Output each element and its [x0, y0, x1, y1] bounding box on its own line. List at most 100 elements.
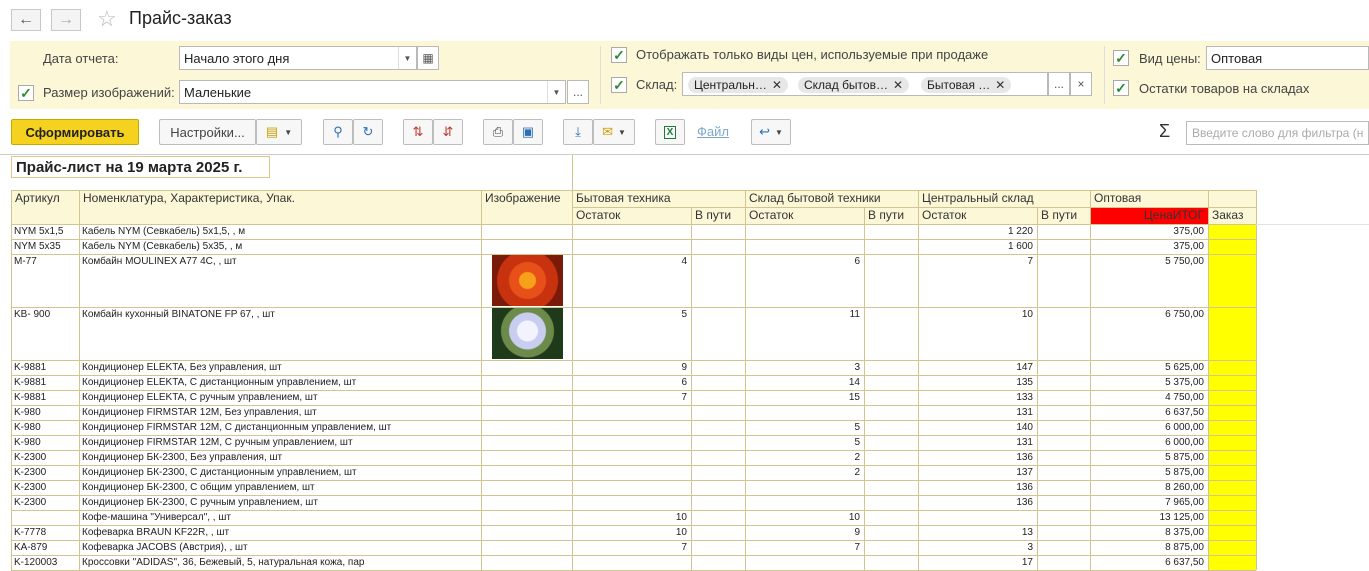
redo-icon: ↩: [759, 124, 770, 139]
stock-cell: 7: [681, 542, 687, 553]
order-cell[interactable]: [1209, 555, 1256, 570]
sort-asc-button[interactable]: ⇅: [403, 119, 433, 145]
gridline: [745, 190, 746, 570]
settings-button[interactable]: Настройки...: [159, 119, 256, 145]
image-size-select[interactable]: Маленькие ▼: [179, 80, 566, 104]
gridline: [481, 190, 482, 570]
article-cell: K-7778: [14, 527, 47, 538]
nomenclature-cell: Кондиционер БК-2300, С дистанционным упр…: [82, 467, 357, 478]
article-cell: K-2300: [14, 482, 47, 493]
stock-checkbox[interactable]: ✓: [1113, 80, 1129, 96]
order-cell[interactable]: [1209, 480, 1256, 495]
column-header-warehouse: Бытовая техника: [576, 191, 671, 205]
order-cell[interactable]: [1209, 254, 1256, 307]
order-cell[interactable]: [1209, 465, 1256, 480]
warehouse-tag[interactable]: Центральн… ✕: [688, 77, 788, 93]
warehouse-checkbox[interactable]: ✓: [611, 77, 627, 93]
order-cell[interactable]: [1209, 360, 1256, 375]
filter-input[interactable]: Введите слово для фильтра (н: [1186, 121, 1369, 145]
warehouse-choose-button[interactable]: ...: [1048, 72, 1070, 96]
price-cell: 5 875,00: [1165, 452, 1204, 463]
order-cell[interactable]: [1209, 450, 1256, 465]
article-cell: K-980: [14, 407, 41, 418]
gridline: [79, 190, 80, 570]
gridline: [11, 450, 1256, 451]
gridline: [691, 207, 692, 570]
stock-cell: 10: [675, 512, 687, 523]
price-cell: 6 637,50: [1165, 407, 1204, 418]
search-button[interactable]: ⚲: [323, 119, 353, 145]
sigma-icon[interactable]: Σ: [1159, 121, 1170, 142]
back-button[interactable]: ←: [11, 9, 41, 31]
more-actions-button[interactable]: ↩ ▼: [751, 119, 791, 145]
warehouse-multiselect[interactable]: Центральн… ✕ Склад бытов… ✕ Бытовая … ✕: [682, 72, 1048, 96]
clipboard-icon: ▤: [265, 124, 279, 139]
order-cell[interactable]: [1209, 435, 1256, 450]
price-cell: 8 375,00: [1165, 527, 1204, 538]
warehouse-tag[interactable]: Бытовая … ✕: [921, 77, 1012, 93]
order-cell[interactable]: [1209, 390, 1256, 405]
stock-cell: 2: [854, 452, 860, 463]
print-button[interactable]: ⎙: [483, 119, 513, 145]
order-cell[interactable]: [1209, 420, 1256, 435]
price-cell: 375,00: [1173, 226, 1204, 237]
order-cell[interactable]: [1209, 375, 1256, 390]
price-cell: 375,00: [1173, 241, 1204, 252]
order-cell[interactable]: [1209, 239, 1256, 254]
report-date-select[interactable]: Начало этого дня ▼: [179, 46, 417, 70]
gridline: [11, 510, 1256, 511]
flower-orange-image: [492, 255, 563, 306]
excel-button[interactable]: X: [655, 119, 685, 145]
stock-cell: 7: [681, 392, 687, 403]
image-size-checkbox[interactable]: ✓: [18, 85, 34, 101]
forward-button[interactable]: →: [51, 9, 81, 31]
warehouse-tag[interactable]: Склад бытов… ✕: [798, 77, 910, 93]
report-spreadsheet[interactable]: Прайс-лист на 19 марта 2025 г. Артикул Но…: [0, 154, 1369, 571]
stock-cell: 9: [854, 527, 860, 538]
price-type-input[interactable]: Оптовая: [1206, 46, 1369, 70]
column-header-warehouse: Склад бытовой техники: [749, 191, 881, 205]
calendar-button[interactable]: ▦: [417, 46, 439, 70]
gridline: [572, 190, 573, 570]
close-icon[interactable]: ✕: [995, 78, 1005, 92]
search-next-button[interactable]: ↻: [353, 119, 383, 145]
sort-desc-button[interactable]: ⇵: [433, 119, 463, 145]
favorite-star-icon[interactable]: ☆: [97, 6, 117, 32]
order-cell[interactable]: [1209, 224, 1256, 239]
stock-cell: 131: [1016, 437, 1033, 448]
order-cell[interactable]: [1209, 540, 1256, 555]
close-icon[interactable]: ✕: [772, 78, 782, 92]
chevron-down-icon[interactable]: ▼: [398, 47, 416, 69]
article-cell: K-9881: [14, 362, 47, 373]
price-cell: 5 875,00: [1165, 467, 1204, 478]
stock-cell: 137: [1016, 467, 1033, 478]
article-cell: KA-879: [14, 542, 48, 553]
nomenclature-cell: Комбайн MOULINEX A77 4C, , шт: [82, 256, 237, 267]
order-cell[interactable]: [1209, 307, 1256, 360]
variants-button[interactable]: ▤ ▼: [256, 119, 302, 145]
chevron-down-icon[interactable]: ▼: [547, 81, 565, 103]
price-cell: 4 750,00: [1165, 392, 1204, 403]
stock-cell: 5: [681, 309, 687, 320]
stock-cell: 10: [675, 527, 687, 538]
gridline: [1208, 190, 1209, 570]
email-button[interactable]: ✉ ▼: [593, 119, 635, 145]
save-button[interactable]: ⤓: [563, 119, 593, 145]
stock-cell: 17: [1021, 557, 1033, 568]
gridline: [11, 307, 1256, 308]
price-cell: 5 750,00: [1165, 256, 1204, 267]
close-icon[interactable]: ✕: [893, 78, 903, 92]
order-cell[interactable]: [1209, 495, 1256, 510]
preview-button[interactable]: ▣: [513, 119, 543, 145]
order-cell[interactable]: [1209, 510, 1256, 525]
generate-button[interactable]: Сформировать: [11, 119, 139, 145]
image-size-choose-button[interactable]: ...: [567, 80, 589, 104]
column-header-article: Артикул: [15, 191, 60, 205]
order-cell[interactable]: [1209, 405, 1256, 420]
only-sale-prices-checkbox[interactable]: ✓: [611, 47, 627, 63]
order-cell[interactable]: [1209, 525, 1256, 540]
price-cell: 8 260,00: [1165, 482, 1204, 493]
warehouse-clear-button[interactable]: ×: [1070, 72, 1092, 96]
file-link[interactable]: Файл: [697, 124, 729, 139]
price-type-checkbox[interactable]: ✓: [1113, 50, 1129, 66]
